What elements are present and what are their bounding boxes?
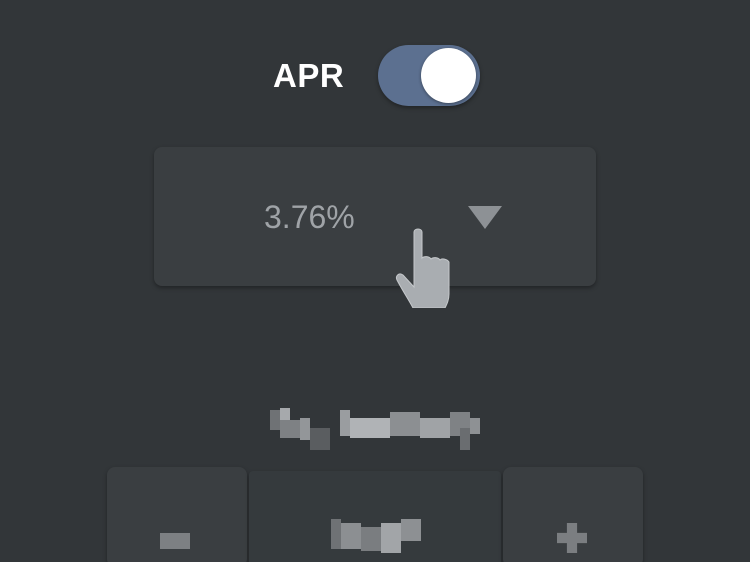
apr-screen: APR 3.76% [0,0,750,562]
toggle-knob [421,48,476,103]
stepper-value [249,471,501,562]
caret-down-icon [468,206,502,229]
dropdown-selected-value: 3.76% [264,199,355,235]
value-stepper [107,467,643,562]
apr-toggle-label: APR [273,57,345,94]
increment-button[interactable] [503,467,643,562]
obscured-label [270,408,480,450]
minus-icon [160,533,190,549]
decrement-button[interactable] [107,467,247,562]
apr-toggle[interactable] [378,45,480,106]
plus-icon [557,523,587,553]
apr-rate-dropdown[interactable]: 3.76% [154,147,596,286]
